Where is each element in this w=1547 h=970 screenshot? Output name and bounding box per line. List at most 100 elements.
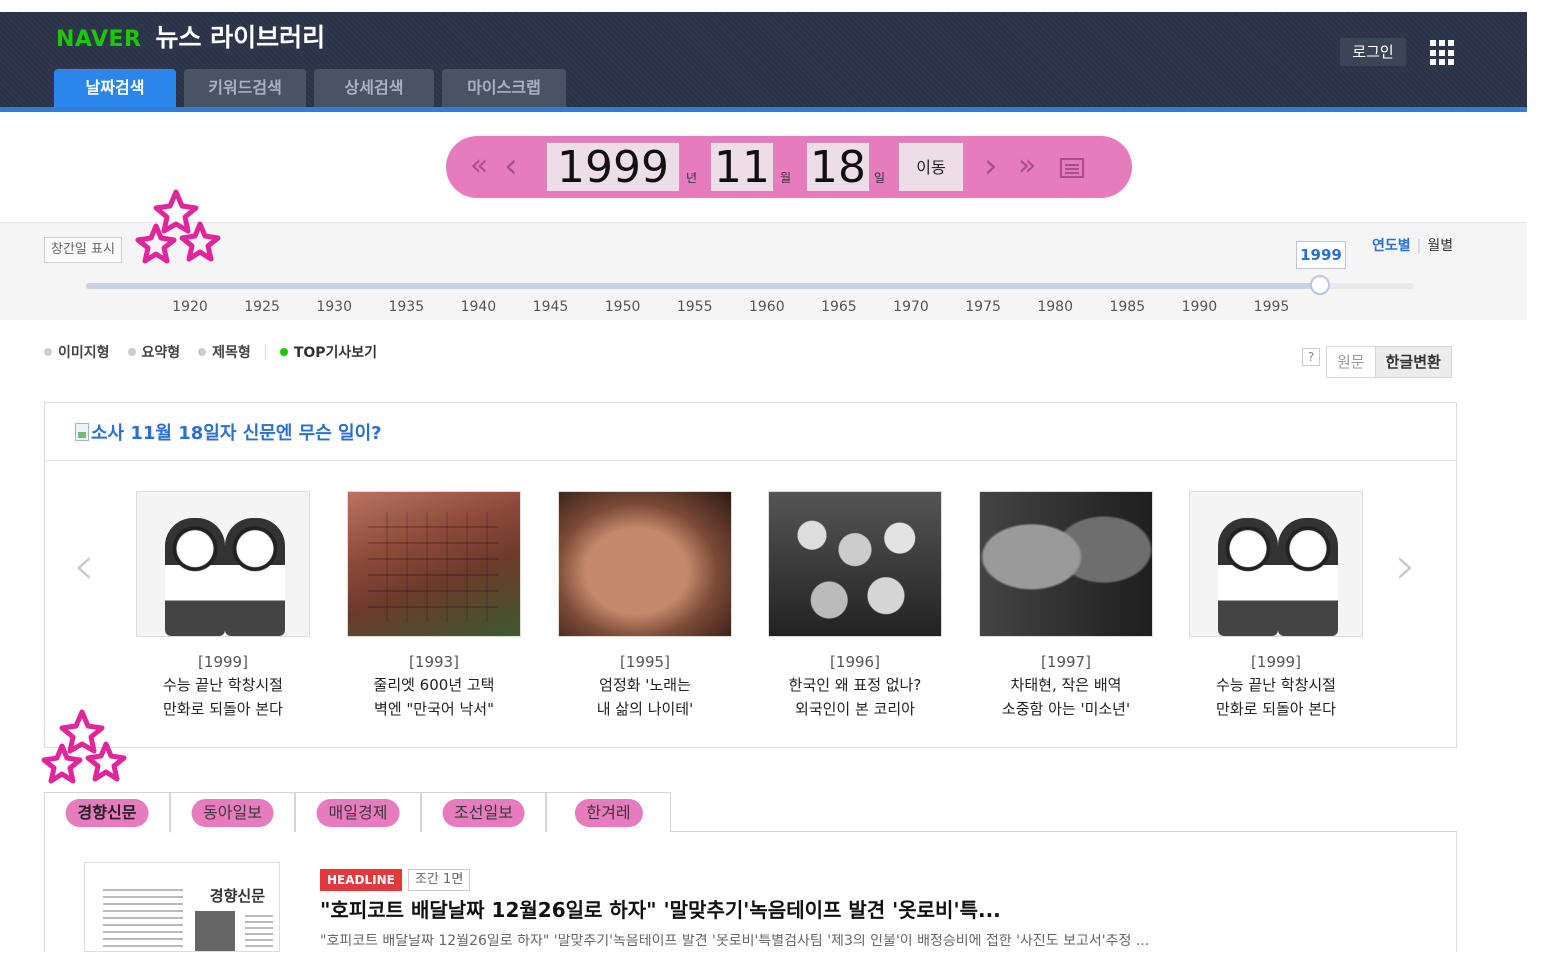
story-caption[interactable]: 수능 끝난 학창시절 bbox=[136, 673, 310, 697]
story-card[interactable]: [1996] 한국인 왜 표정 없나? 외국인이 본 코리아 bbox=[768, 491, 942, 721]
headline-badge: HEADLINE bbox=[320, 869, 402, 891]
naver-logo[interactable]: NAVER bbox=[56, 27, 141, 52]
story-caption[interactable]: 소중함 아는 '미소년' bbox=[979, 697, 1153, 721]
right-icon[interactable]: › bbox=[984, 146, 998, 186]
story-year: [1993] bbox=[409, 653, 459, 671]
tab-hankyoreh[interactable]: 한겨레 bbox=[546, 792, 671, 832]
login-button[interactable]: 로그인 bbox=[1340, 38, 1406, 66]
carousel-prev-icon[interactable]: ‹ bbox=[73, 539, 95, 593]
day-input[interactable]: 18 bbox=[806, 142, 870, 193]
month-input[interactable]: 11 bbox=[710, 142, 774, 193]
newspaper-page-thumbnail[interactable]: 경향신문 bbox=[84, 862, 280, 952]
timeline-tick-label[interactable]: 1960 bbox=[749, 299, 785, 315]
hangul-convert-button[interactable]: 한글변환 bbox=[1374, 347, 1451, 377]
original-text-button[interactable]: 원문 bbox=[1327, 347, 1375, 377]
month-unit: 월 bbox=[780, 171, 792, 185]
tab-label: 매일경제 bbox=[316, 799, 400, 827]
story-thumbnail[interactable] bbox=[1189, 491, 1363, 637]
tab-keyword-search[interactable]: 키워드검색 bbox=[184, 69, 306, 107]
view-option-image[interactable]: 이미지형 bbox=[44, 342, 110, 362]
tab-label: 동아일보 bbox=[191, 799, 274, 827]
help-icon[interactable]: ? bbox=[1302, 348, 1320, 366]
view-option-label: 제목형 bbox=[212, 345, 251, 361]
double-left-icon[interactable]: « bbox=[470, 146, 488, 186]
grid-icon[interactable] bbox=[1430, 40, 1456, 66]
view-by-month-link[interactable]: 월별 bbox=[1427, 238, 1453, 254]
tab-date-search[interactable]: 날짜검색 bbox=[54, 69, 176, 107]
view-option-summary[interactable]: 요약형 bbox=[127, 342, 181, 362]
story-caption[interactable]: 내 삶의 나이테' bbox=[558, 697, 732, 721]
story-caption[interactable]: 엄정화 '노래는 bbox=[558, 673, 732, 697]
timeline-tick-label[interactable]: 1920 bbox=[172, 299, 208, 315]
story-thumbnail[interactable] bbox=[558, 491, 732, 637]
view-by-year-link[interactable]: 연도별 bbox=[1372, 238, 1411, 254]
timeline-view-switch: 연도별 | 월별 bbox=[1372, 238, 1454, 254]
year-input[interactable]: 1999 bbox=[546, 142, 680, 193]
view-option-title[interactable]: 제목형 bbox=[198, 342, 251, 362]
double-right-icon[interactable]: » bbox=[1018, 146, 1036, 186]
header-accent-line bbox=[0, 107, 1527, 112]
story-caption[interactable]: 줄리엣 600년 고택 bbox=[347, 673, 521, 697]
timeline-tick-label[interactable]: 1970 bbox=[893, 299, 929, 315]
timeline-tick-label[interactable]: 1975 bbox=[965, 299, 1001, 315]
story-caption[interactable]: 만화로 되돌아 본다 bbox=[136, 697, 310, 721]
story-thumbnail[interactable] bbox=[347, 491, 521, 637]
language-toggle: 원문 한글변환 bbox=[1326, 346, 1452, 378]
story-caption[interactable]: 외국인이 본 코리아 bbox=[768, 697, 942, 721]
left-icon[interactable]: ‹ bbox=[504, 146, 518, 186]
view-option-top-articles[interactable]: TOP기사보기 bbox=[279, 342, 378, 362]
story-caption[interactable]: 수능 끝난 학창시절 bbox=[1189, 673, 1363, 697]
story-caption[interactable]: 차태현, 작은 배역 bbox=[979, 673, 1153, 697]
view-option-label: 요약형 bbox=[141, 345, 181, 361]
timeline-tick-labels: 1920 1925 1930 1935 1940 1945 1950 1955 1960 1965… bbox=[0, 299, 1527, 317]
timeline-track[interactable] bbox=[86, 283, 1414, 289]
founded-date-toggle[interactable]: 창간일 표시 bbox=[44, 237, 122, 263]
story-caption[interactable]: 벽엔 "만국어 낙서" bbox=[347, 697, 521, 721]
go-button[interactable]: 이동 bbox=[898, 142, 964, 192]
story-card[interactable]: [1999] 수능 끝난 학창시절 만화로 되돌아 본다 bbox=[1189, 491, 1363, 721]
story-card[interactable]: [1993] 줄리엣 600년 고택 벽엔 "만국어 낙서" bbox=[347, 491, 521, 721]
article-headline[interactable]: "호피코트 배달날짜 12월26일로 하자" '말맞추기'녹음테이프 발견 '옷… bbox=[320, 894, 1001, 923]
top-stories-panel: 소사 11월 18일자 신문엔 무슨 일이? ‹ › [1999] 수능 끝난 … bbox=[44, 402, 1457, 748]
star-doodle-icon bbox=[135, 189, 221, 264]
story-thumbnail[interactable] bbox=[136, 491, 310, 637]
story-card[interactable]: [1995] 엄정화 '노래는 내 삶의 나이테' bbox=[558, 491, 732, 721]
story-caption[interactable]: 한국인 왜 표정 없나? bbox=[768, 673, 942, 697]
star-doodle-icon bbox=[41, 709, 127, 784]
timeline-tick-label[interactable]: 1935 bbox=[388, 299, 424, 315]
story-year: [1996] bbox=[830, 653, 880, 671]
timeline-tick-label[interactable]: 1955 bbox=[677, 299, 713, 315]
timeline-tick-label[interactable]: 1940 bbox=[461, 299, 497, 315]
timeline-tick-label[interactable]: 1965 bbox=[821, 299, 857, 315]
service-title[interactable]: 뉴스 라이브러리 bbox=[155, 18, 325, 54]
timeline-tick-label[interactable]: 1945 bbox=[533, 299, 569, 315]
story-thumbnail[interactable] bbox=[768, 491, 942, 637]
view-option-label: 이미지형 bbox=[58, 345, 110, 361]
story-thumbnail[interactable] bbox=[979, 491, 1153, 637]
carousel-next-icon[interactable]: › bbox=[1395, 539, 1417, 593]
article-snippet: "호피코트 배달날짜 12월26일로 하자" '말맞추기'녹음테이프 발견 '옷… bbox=[320, 934, 1150, 946]
tab-donga[interactable]: 동아일보 bbox=[170, 792, 295, 832]
story-caption[interactable]: 만화로 되돌아 본다 bbox=[1189, 697, 1363, 721]
top-stories-title-text: 소사 11월 18일자 신문엔 무슨 일이? bbox=[91, 423, 382, 444]
story-year: [1995] bbox=[620, 653, 670, 671]
timeline-slider-handle[interactable] bbox=[1310, 275, 1330, 295]
timeline-tick-label[interactable]: 1950 bbox=[605, 299, 641, 315]
top-stories-header: 소사 11월 18일자 신문엔 무슨 일이? bbox=[45, 403, 1456, 461]
tab-maeil[interactable]: 매일경제 bbox=[295, 792, 421, 832]
timeline-tick-label[interactable]: 1930 bbox=[316, 299, 352, 315]
tab-detail-search[interactable]: 상세검색 bbox=[314, 69, 434, 107]
timeline-tick-label[interactable]: 1980 bbox=[1037, 299, 1073, 315]
view-option-label: TOP기사보기 bbox=[293, 345, 378, 361]
timeline-tick-label[interactable]: 1985 bbox=[1109, 299, 1145, 315]
tab-my-scrap[interactable]: 마이스크랩 bbox=[442, 69, 566, 107]
brand[interactable]: NAVER 뉴스 라이브러리 bbox=[56, 18, 325, 54]
timeline-tick-label[interactable]: 1995 bbox=[1254, 299, 1290, 315]
tab-chosun[interactable]: 조선일보 bbox=[421, 792, 546, 832]
timeline-tick-label[interactable]: 1990 bbox=[1182, 299, 1218, 315]
story-card[interactable]: [1999] 수능 끝난 학창시절 만화로 되돌아 본다 bbox=[136, 491, 310, 721]
timeline-tick-label[interactable]: 1925 bbox=[244, 299, 280, 315]
story-year: [1999] bbox=[198, 653, 248, 671]
calendar-icon[interactable] bbox=[1060, 158, 1084, 178]
story-card[interactable]: [1997] 차태현, 작은 배역 소중함 아는 '미소년' bbox=[979, 491, 1153, 721]
